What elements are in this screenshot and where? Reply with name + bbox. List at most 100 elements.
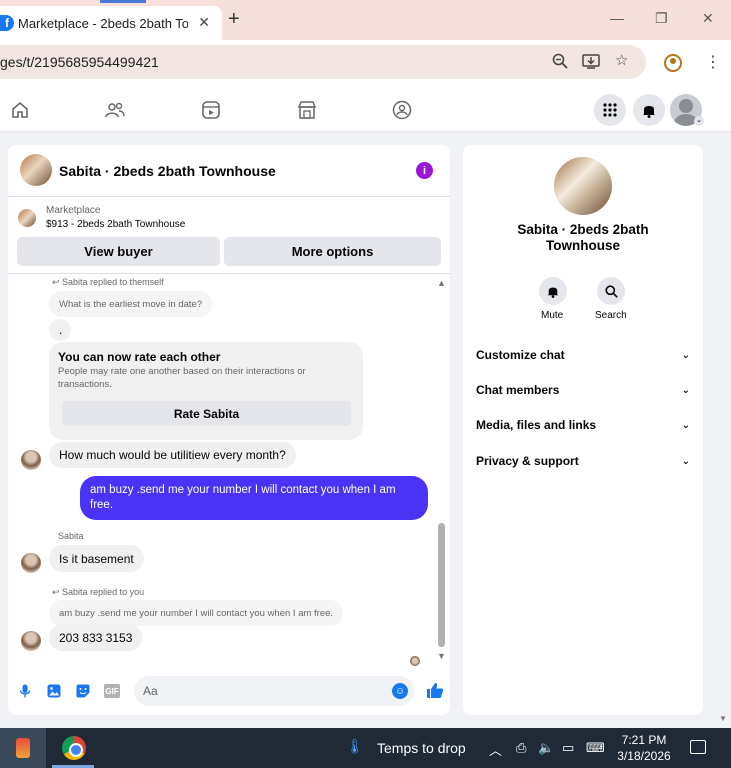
outgoing-message-bubble[interactable]: am buzy .send me your number I will cont… [80,476,428,520]
mute-label: Mute [541,310,564,321]
microphone-icon[interactable] [18,684,32,698]
message-input-placeholder: Aa [143,684,158,698]
chat-title[interactable]: Sabita · 2beds 2bath Townhouse [59,163,276,179]
row-label: Media, files and links [476,418,597,432]
row-label: Chat members [476,383,560,397]
message-bubble[interactable]: . [49,319,71,341]
close-window-button[interactable]: ✕ [702,10,714,27]
info-panel-title: Sabita · 2beds 2bath Townhouse [517,222,649,253]
listing-thumbnail[interactable] [20,154,52,186]
marketplace-icon[interactable] [297,100,317,120]
sticker-icon[interactable] [76,684,90,698]
message-input[interactable]: Aa ☺ [134,676,414,706]
emoji-icon[interactable]: ☺ [392,683,408,699]
message-bubble[interactable]: 203 833 3153 [49,624,143,651]
search-button[interactable] [597,277,625,305]
scroll-up-arrow-icon[interactable]: ▲ [437,278,446,288]
groups-icon[interactable] [392,100,412,120]
meet-icon[interactable]: ⎙ [516,740,526,756]
keyboard-icon[interactable]: ⌨ [586,740,605,756]
rate-each-other-card: You can now rate each other People may r… [49,342,363,440]
chevron-down-icon: ⌄ [681,349,690,361]
reply-note-text: Sabita replied to you [62,587,145,597]
marketplace-listing-row: Marketplace $913 - 2beds 2bath Townhouse… [8,197,450,274]
account-chevron-icon[interactable]: ⌄ [694,116,704,126]
sender-avatar[interactable] [21,631,41,651]
listing-title[interactable]: $913 - 2beds 2bath Townhouse [46,219,185,230]
video-icon[interactable] [201,100,221,120]
sender-avatar[interactable] [21,450,41,470]
menu-grid-icon[interactable] [594,94,626,126]
message-list[interactable]: ▲ ↩ Sabita replied to themself What is t… [8,275,450,666]
omnibox[interactable]: ges/t/2195685954499421 ☆ [0,45,646,79]
zoom-icon[interactable] [552,53,568,73]
chat-header: Sabita · 2beds 2bath Townhouse i [8,145,450,197]
url-text[interactable]: ges/t/2195685954499421 [0,54,159,70]
message-composer: GIF Aa ☺ [8,673,450,709]
friends-icon[interactable] [105,100,125,120]
browser-menu-icon[interactable]: ⋮ [705,52,721,72]
seen-indicator-avatar [410,656,420,666]
new-tab-button[interactable]: + [228,8,240,31]
maximize-button[interactable]: ❐ [655,10,668,27]
notifications-bell-icon[interactable] [633,94,665,126]
home-icon[interactable] [10,100,30,120]
sender-avatar[interactable] [21,553,41,573]
rate-sabita-button[interactable]: Rate Sabita [62,401,351,426]
message-bubble[interactable]: How much would be utilitiew every month? [49,442,296,468]
listing-photo-avatar[interactable] [554,157,612,215]
clock-date: 3/18/2026 [617,749,671,763]
tray-chevron-icon[interactable]: ︿ [489,740,502,759]
profile-icon[interactable] [664,54,682,72]
start-button[interactable] [0,728,46,768]
facebook-favicon-icon: f [0,15,14,31]
quoted-message: am buzy .send me your number I will cont… [49,600,344,626]
chat-info-panel: Sabita · 2beds 2bath Townhouse Mute Sear… [463,145,703,715]
chevron-down-icon: ⌄ [681,455,690,467]
rate-card-title: You can now rate each other [58,350,221,364]
browser-tab[interactable]: f Marketplace - 2beds 2bath Tow ✕ [0,6,222,40]
row-label: Privacy & support [476,454,579,468]
info-icon[interactable]: i [416,162,433,179]
thumbs-up-icon[interactable] [426,682,444,704]
volume-icon[interactable]: 🔈 [538,740,554,756]
install-app-icon[interactable] [582,53,600,73]
reply-note: ↩ Sabita replied to themself [52,277,164,287]
windows-taskbar: 🌡 Temps to drop ︿ ⎙ 🔈 ▭ ⌨ 7:21 PM 3/18/2… [0,728,731,768]
quoted-message: What is the earliest move in date? [49,291,213,317]
chat-scrollbar-thumb[interactable] [438,523,445,647]
thermometer-icon[interactable]: 🌡 [346,738,364,755]
clock-time: 7:21 PM [621,733,667,747]
notification-center-icon[interactable] [690,740,706,754]
view-buyer-button[interactable]: View buyer [17,237,220,266]
mute-button[interactable] [539,277,567,305]
page-scroll-down-icon[interactable]: ▼ [719,714,727,723]
tab-accent [100,0,146,3]
reply-note: ↩ Sabita replied to you [52,587,145,597]
photo-icon[interactable] [47,684,61,698]
more-options-button[interactable]: More options [224,237,441,266]
privacy-support-row[interactable]: Privacy & support ⌄ [476,451,690,471]
browser-tab-strip: f Marketplace - 2beds 2bath Tow ✕ + — ❐ … [0,0,731,40]
clock[interactable]: 7:21 PM 3/18/2026 [614,732,674,764]
address-bar-row: ges/t/2195685954499421 ☆ [0,40,731,86]
sender-name: Sabita [58,531,84,541]
marketplace-label: Marketplace [46,205,101,216]
chevron-down-icon: ⌄ [681,384,690,396]
row-label: Customize chat [476,348,565,362]
minimize-button[interactable]: — [610,10,624,26]
message-bubble[interactable]: Is it basement [49,545,144,572]
search-label: Search [595,310,627,321]
media-files-links-row[interactable]: Media, files and links ⌄ [476,415,690,435]
rate-card-description: People may rate one another based on the… [58,366,306,390]
chrome-taskbar-icon[interactable] [62,736,86,760]
customize-chat-row[interactable]: Customize chat ⌄ [476,345,690,365]
weather-text[interactable]: Temps to drop [377,740,466,756]
chat-members-row[interactable]: Chat members ⌄ [476,380,690,400]
bookmark-star-icon[interactable]: ☆ [615,51,628,69]
tab-close-icon[interactable]: ✕ [198,14,210,31]
network-icon[interactable]: ▭ [562,740,574,756]
gif-icon[interactable]: GIF [104,684,120,698]
scroll-down-arrow-icon[interactable]: ▼ [437,651,446,661]
chevron-down-icon: ⌄ [681,419,690,431]
